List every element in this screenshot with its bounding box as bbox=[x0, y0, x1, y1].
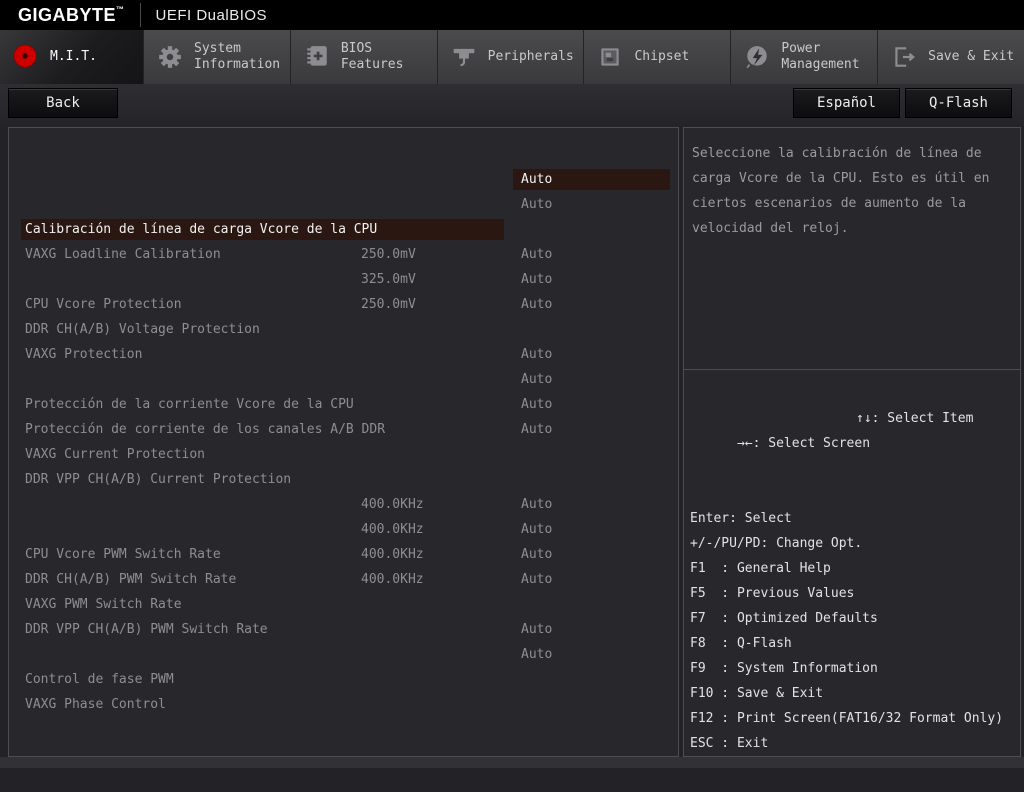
setting-value: Auto bbox=[513, 517, 670, 542]
spacer-row bbox=[9, 217, 678, 242]
tab-bios-features[interactable]: BIOSFeatures bbox=[291, 30, 438, 84]
spacer-row bbox=[9, 467, 678, 492]
save-exit-icon bbox=[889, 42, 919, 72]
setting-value: Auto bbox=[513, 617, 670, 642]
setting-row-vaxg-loadline[interactable]: VAXG Loadline Calibration Auto bbox=[9, 192, 678, 217]
legend-f1: F1 : General Help bbox=[690, 556, 1014, 581]
peripherals-icon bbox=[449, 42, 479, 72]
setting-row-loadline-calibration[interactable]: Calibración de línea de carga Vcore de l… bbox=[9, 167, 678, 192]
setting-row-ddr-vpp-current-protection[interactable]: DDR VPP CH(A/B) Current Protection Auto bbox=[9, 417, 678, 442]
tab-label: Save & Exit bbox=[928, 49, 1014, 65]
tab-save-exit[interactable]: Save & Exit bbox=[878, 30, 1024, 84]
legend-enter: Enter: Select bbox=[690, 506, 1014, 531]
spacer-row bbox=[9, 592, 678, 617]
setting-row-cpu-pwm-rate[interactable]: CPU Vcore PWM Switch Rate 400.0KHz Auto bbox=[9, 492, 678, 517]
setting-row-vaxg-pwm-rate[interactable]: VAXG PWM Switch Rate 400.0KHz Auto bbox=[9, 542, 678, 567]
setting-value: Auto bbox=[513, 267, 670, 292]
bios-chip-icon bbox=[302, 42, 332, 72]
setting-value: Auto bbox=[513, 292, 670, 317]
spacer-row bbox=[9, 442, 678, 467]
tab-peripherals[interactable]: Peripherals bbox=[438, 30, 585, 84]
setting-value: Auto bbox=[513, 169, 670, 190]
setting-default-value: 250.0mV bbox=[361, 292, 416, 317]
setting-value: Auto bbox=[513, 542, 670, 567]
tab-label: SystemInformation bbox=[194, 41, 280, 73]
setting-value: Auto bbox=[513, 567, 670, 592]
gigabyte-logo: GIGABYTE™ bbox=[18, 5, 125, 26]
setting-default-value: 400.0KHz bbox=[361, 542, 424, 567]
legend-f8: F8 : Q-Flash bbox=[690, 631, 1014, 656]
setting-row-vcore-current-protection[interactable]: Protección de la corriente Vcore de la C… bbox=[9, 342, 678, 367]
setting-value: Auto bbox=[513, 492, 670, 517]
tab-label: BIOSFeatures bbox=[341, 41, 404, 73]
legend-esc: ESC : Exit bbox=[690, 731, 1014, 756]
setting-row-vaxg-current-protection[interactable]: VAXG Current Protection Auto bbox=[9, 392, 678, 417]
bottom-strip bbox=[0, 757, 1024, 768]
setting-value: Auto bbox=[513, 392, 670, 417]
tab-label: Peripherals bbox=[488, 49, 574, 65]
setting-row-cpu-vcore-protection[interactable]: CPU Vcore Protection 250.0mV Auto bbox=[9, 242, 678, 267]
main-tab-bar: M.I.T. SystemInformation bbox=[0, 30, 1024, 84]
legend-f7: F7 : Optimized Defaults bbox=[690, 606, 1014, 631]
tab-power-management[interactable]: PowerManagement bbox=[731, 30, 878, 84]
bios-title: UEFI DualBIOS bbox=[156, 7, 268, 24]
settings-list: Calibración de línea de carga Vcore de l… bbox=[9, 167, 678, 667]
spacer-row bbox=[9, 317, 678, 342]
setting-default-value: 400.0KHz bbox=[361, 567, 424, 592]
setting-row-ddr-pwm-rate[interactable]: DDR CH(A/B) PWM Switch Rate 400.0KHz Aut… bbox=[9, 517, 678, 542]
legend-change: +/-/PU/PD: Change Opt. bbox=[690, 531, 1014, 556]
setting-default-value: 250.0mV bbox=[361, 242, 416, 267]
tab-label: Chipset bbox=[634, 49, 689, 65]
tab-label: PowerManagement bbox=[781, 41, 859, 73]
setting-row-ddr-current-protection[interactable]: Protección de corriente de los canales A… bbox=[9, 367, 678, 392]
setting-value: Auto bbox=[513, 342, 670, 367]
setting-value: Auto bbox=[513, 242, 670, 267]
setting-label: VAXG Phase Control bbox=[9, 692, 678, 717]
setting-value: Auto bbox=[513, 642, 670, 667]
language-button[interactable]: Español bbox=[793, 88, 900, 118]
tab-system-information[interactable]: SystemInformation bbox=[144, 30, 291, 84]
setting-row-vaxg-phase-control[interactable]: VAXG Phase Control Auto bbox=[9, 642, 678, 667]
setting-value: Auto bbox=[513, 192, 670, 217]
item-help-text: Seleccione la calibración de línea de ca… bbox=[684, 128, 1020, 370]
legend-f10: F10 : Save & Exit bbox=[690, 681, 1014, 706]
setting-row-ddr-voltage-protection[interactable]: DDR CH(A/B) Voltage Protection 325.0mV A… bbox=[9, 267, 678, 292]
setting-row-ddr-vpp-pwm-rate[interactable]: DDR VPP CH(A/B) PWM Switch Rate 400.0KHz… bbox=[9, 567, 678, 592]
legend-f9: F9 : System Information bbox=[690, 656, 1014, 681]
key-legend: →←: Select Screen ↑↓: Select Item Enter:… bbox=[684, 370, 1020, 756]
tab-label: M.I.T. bbox=[50, 49, 97, 65]
legend-f5: F5 : Previous Values bbox=[690, 581, 1014, 606]
setting-value: Auto bbox=[513, 367, 670, 392]
legend-f12: F12 : Print Screen(FAT16/32 Format Only) bbox=[690, 706, 1014, 731]
tab-mit[interactable]: M.I.T. bbox=[0, 30, 144, 84]
secondary-toolbar: Back Español Q-Flash bbox=[0, 84, 1024, 127]
help-panel: Seleccione la calibración de línea de ca… bbox=[683, 127, 1021, 757]
back-button[interactable]: Back bbox=[8, 88, 118, 118]
gear-icon bbox=[155, 42, 185, 72]
power-lightning-icon bbox=[742, 42, 772, 72]
setting-row-vaxg-protection[interactable]: VAXG Protection 250.0mV Auto bbox=[9, 292, 678, 317]
mit-disc-icon bbox=[11, 42, 41, 72]
setting-default-value: 400.0KHz bbox=[361, 517, 424, 542]
setting-value: Auto bbox=[513, 417, 670, 442]
qflash-button[interactable]: Q-Flash bbox=[905, 88, 1012, 118]
tab-chipset[interactable]: Chipset bbox=[584, 30, 731, 84]
setting-default-value: 325.0mV bbox=[361, 267, 416, 292]
chipset-icon bbox=[595, 42, 625, 72]
setting-row-pwm-phase-control[interactable]: Control de fase PWM Auto bbox=[9, 617, 678, 642]
logo-divider bbox=[140, 3, 141, 27]
setting-default-value: 400.0KHz bbox=[361, 492, 424, 517]
legend-select: →←: Select Screen ↑↓: Select Item bbox=[690, 406, 1014, 506]
settings-panel: Calibración de línea de carga Vcore de l… bbox=[8, 127, 679, 757]
top-title-bar: GIGABYTE™ UEFI DualBIOS bbox=[0, 0, 1024, 30]
